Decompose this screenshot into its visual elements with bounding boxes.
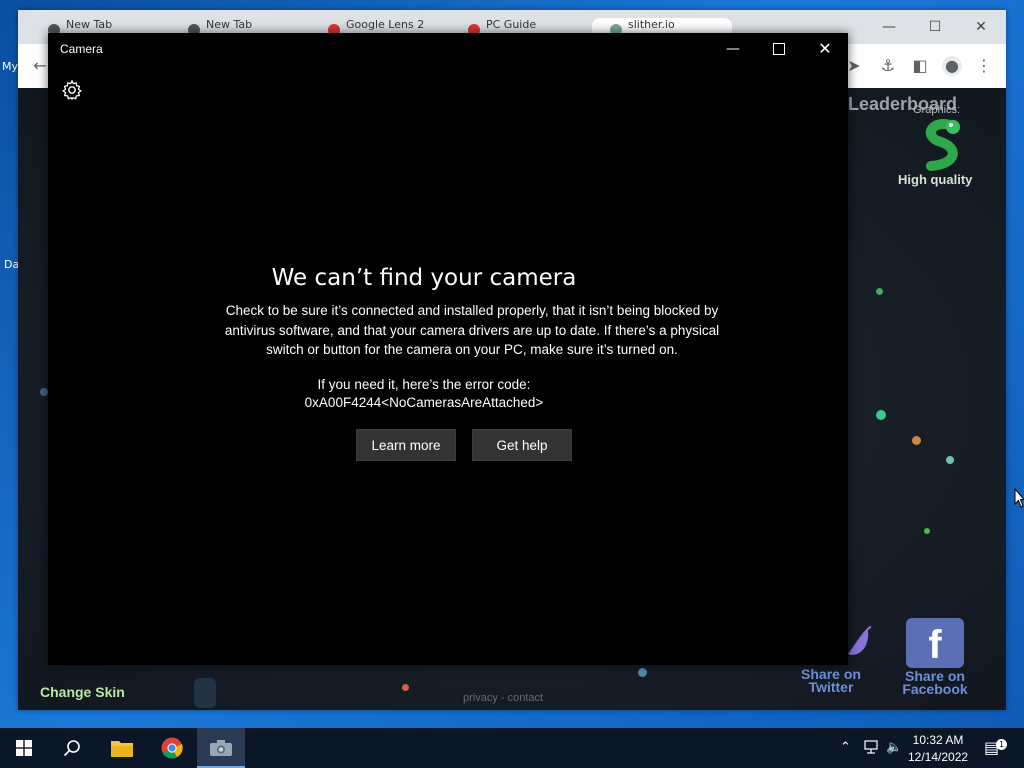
clock-time[interactable]: 10:32 AM	[908, 733, 968, 747]
learn-more-button[interactable]: Learn more	[356, 429, 456, 461]
food-dot	[402, 684, 409, 691]
snake-logo-icon[interactable]	[913, 118, 973, 174]
taskbar: ⌃ 🔈 ▤ 1	[0, 728, 1024, 768]
network-icon[interactable]	[864, 740, 880, 754]
food-dot	[876, 410, 886, 420]
profile-avatar-icon[interactable]: ●	[942, 56, 962, 76]
share-facebook-link[interactable]: Share on Facebook	[894, 669, 976, 696]
error-code-label: If you need it, here’s the error code:	[317, 377, 531, 392]
notification-badge: 1	[996, 739, 1007, 750]
privacy-contact-link[interactable]: privacy - contact	[463, 692, 543, 704]
folder-icon	[111, 741, 133, 757]
browser-maximize-button[interactable]: ☐	[912, 16, 958, 38]
clock-date[interactable]: 12/14/2022	[908, 750, 968, 764]
error-description: Check to be sure it’s connected and inst…	[224, 303, 720, 357]
show-hidden-icons-chevron-icon[interactable]: ⌃	[840, 740, 851, 755]
get-help-button[interactable]: Get help	[472, 429, 572, 461]
tab-label: PC Guide	[486, 18, 537, 31]
facebook-icon[interactable]: f	[906, 618, 964, 668]
graphics-label: Graphics:	[913, 104, 961, 116]
start-button[interactable]	[0, 728, 48, 768]
search-button[interactable]	[48, 728, 96, 768]
share-twitter-link[interactable]: Share on Twitter	[798, 667, 864, 694]
food-dot	[912, 436, 921, 445]
camera-app-button[interactable]	[197, 728, 245, 768]
tab-label: Google Lens 2	[346, 18, 425, 31]
extensions-puzzle-icon[interactable]: ⚓	[878, 56, 898, 76]
error-title: We can’t find your camera	[271, 265, 577, 291]
minimize-button[interactable]: —	[710, 33, 756, 65]
graphics-quality-toggle[interactable]: High quality	[898, 172, 972, 187]
tab-label: slither.io	[628, 18, 675, 31]
maximize-icon	[773, 43, 785, 55]
twitter-bird-icon[interactable]	[844, 624, 874, 664]
food-dot	[946, 456, 954, 464]
food-dot	[924, 528, 930, 534]
file-explorer-button[interactable]	[98, 728, 146, 768]
windows-logo-icon	[16, 740, 32, 756]
change-skin-link[interactable]: Change Skin	[40, 684, 125, 700]
camera-icon	[210, 740, 232, 756]
settings-gear-icon[interactable]	[61, 79, 83, 101]
camera-titlebar[interactable]: Camera — ✕	[48, 33, 848, 65]
food-dot	[876, 288, 883, 295]
desktop-icon-label[interactable]: My	[2, 60, 18, 73]
food-dot	[638, 668, 647, 677]
close-button[interactable]: ✕	[802, 33, 848, 65]
side-panel-icon[interactable]: ◧	[910, 56, 930, 76]
browser-minimize-button[interactable]: —	[866, 16, 912, 38]
camera-window: Camera — ✕ We can’t find your camera Che…	[48, 33, 848, 665]
browser-close-button[interactable]: ✕	[958, 16, 1004, 38]
chrome-button[interactable]	[148, 728, 196, 768]
tab-label: New Tab	[206, 18, 253, 31]
chrome-icon	[161, 737, 183, 759]
menu-kebab-icon[interactable]: ⋮	[974, 56, 994, 76]
back-arrow-icon[interactable]: ←	[30, 56, 50, 76]
mouse-cursor-icon	[1014, 488, 1024, 508]
snake-segment	[194, 678, 216, 708]
volume-icon[interactable]: 🔈	[886, 740, 902, 755]
tab-label: New Tab	[66, 18, 113, 31]
error-code: 0xA00F4244<NoCamerasAreAttached>	[304, 395, 544, 410]
search-icon	[63, 740, 80, 757]
window-title: Camera	[60, 42, 103, 56]
maximize-button[interactable]	[756, 33, 802, 65]
